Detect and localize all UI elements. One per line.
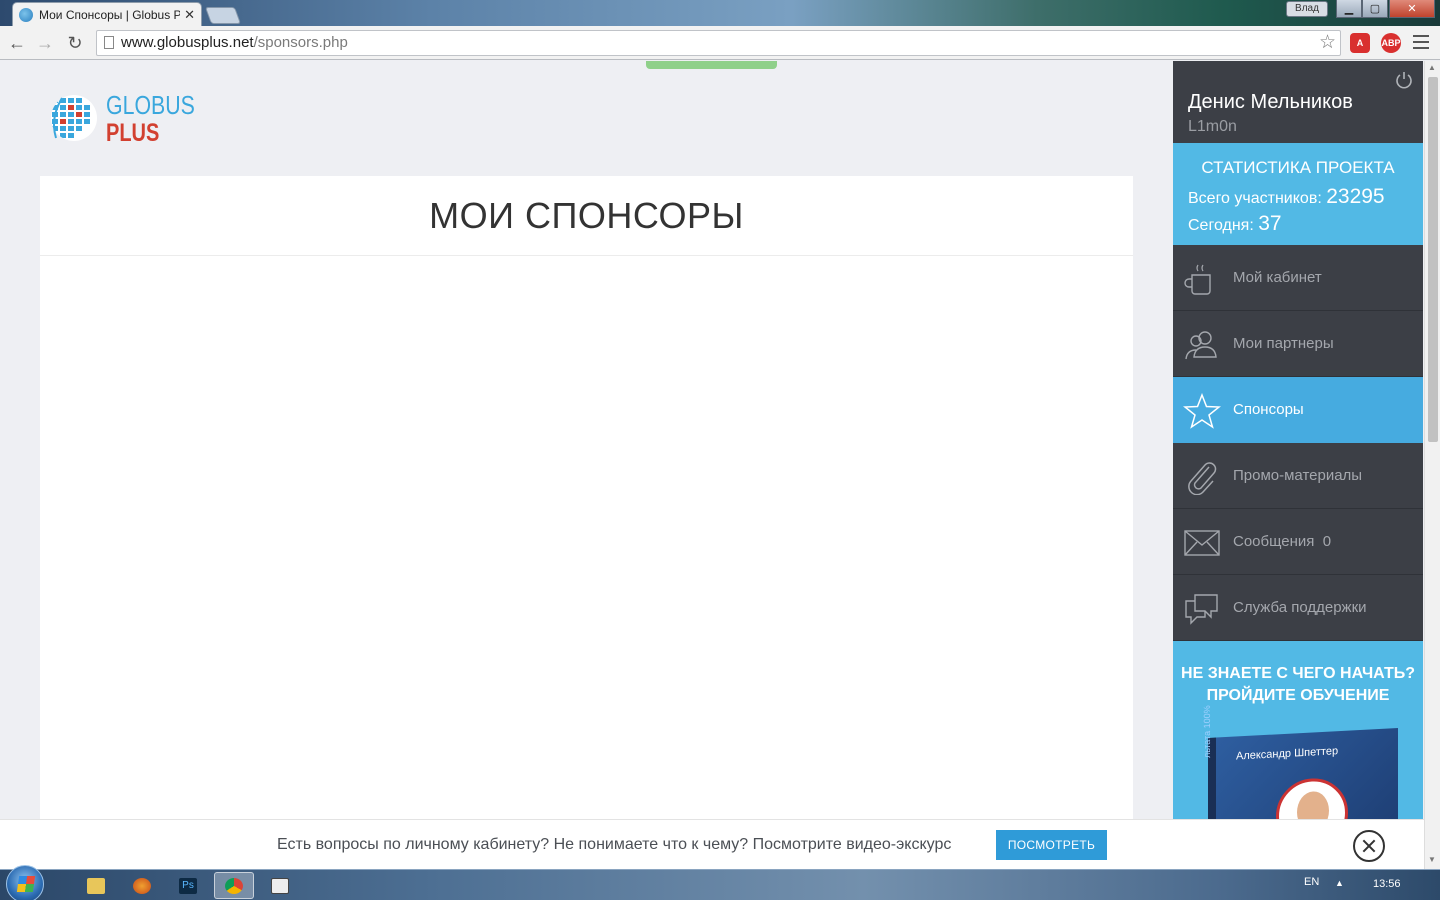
url-host: www.globusplus.net (121, 34, 254, 51)
project-stats: СТАТИСТИКА ПРОЕКТА Всего участников: 232… (1173, 143, 1423, 245)
sidebar-item-promo[interactable]: Промо-материалы (1173, 443, 1423, 509)
stats-title: СТАТИСТИКА ПРОЕКТА (1201, 158, 1395, 177)
top-notch (646, 61, 777, 69)
page: GLOBUS PLUS МОИ СПОНСОРЫ Денис Мельников… (0, 61, 1424, 869)
promo-line-1: НЕ ЗНАЕТЕ С ЧЕГО НАЧАТЬ? (1181, 665, 1415, 682)
user-name: Денис Мельников (1188, 91, 1353, 113)
messages-label: Сообщения (1233, 533, 1315, 550)
url-path: /sponsors.php (253, 34, 348, 51)
forward-icon[interactable]: → (34, 32, 56, 54)
user-login: L1m0n (1188, 118, 1237, 135)
sidebar-item-label: Мой кабинет (1233, 269, 1322, 286)
app-taskbar-icon[interactable] (260, 872, 300, 899)
sidebar-item-messages[interactable]: Сообщения 0 (1173, 509, 1423, 575)
sidebar: Денис Мельников L1m0n СТАТИСТИКА ПРОЕКТА… (1173, 61, 1423, 869)
promo-author: Александр Шпеттер (1236, 745, 1339, 763)
firefox-taskbar-icon[interactable] (122, 872, 162, 899)
close-tip-icon[interactable] (1353, 830, 1385, 862)
page-title: МОИ СПОНСОРЫ (40, 176, 1133, 256)
tray-expand-icon[interactable]: ▲ (1335, 878, 1344, 888)
promo-line-2: ПРОЙДИТЕ ОБУЧЕНИЕ (1206, 687, 1390, 704)
sidebar-item-label: Спонсоры (1233, 401, 1304, 418)
logo-text-plus: PLUS (106, 119, 160, 147)
stats-total: Всего участников: 23295 (1188, 185, 1385, 209)
paperclip-icon (1188, 462, 1217, 495)
taskbar: Ps EN ▲ 13:56 (0, 865, 1440, 900)
globe-logo-icon (51, 95, 97, 141)
windows-logo-icon (16, 876, 36, 892)
chat-icon (1185, 594, 1218, 625)
tab-title: Мои Спонсоры | Globus P (39, 7, 181, 22)
sidebar-item-partners[interactable]: Мои партнеры (1173, 311, 1423, 377)
power-icon[interactable] (1395, 71, 1413, 89)
browser-toolbar: ← → ↻ www.globusplus.net/sponsors.php ☆ … (0, 26, 1440, 60)
start-button[interactable] (6, 865, 44, 900)
chrome-taskbar-icon[interactable] (214, 872, 254, 899)
scrollbar-thumb[interactable] (1428, 77, 1438, 442)
stats-today: Сегодня: 37 (1188, 212, 1282, 236)
browser-menu-icon[interactable] (1413, 35, 1429, 49)
cup-icon (1184, 264, 1211, 295)
sidebar-item-support[interactable]: Служба поддержки (1173, 575, 1423, 641)
explorer-taskbar-icon[interactable] (76, 872, 116, 899)
address-bar[interactable]: www.globusplus.net/sponsors.php ☆ (96, 30, 1341, 56)
stats-today-label: Сегодня: (1188, 217, 1254, 234)
scroll-up-icon[interactable]: ▲ (1428, 63, 1436, 72)
stats-total-value: 23295 (1326, 185, 1385, 208)
promo-title: НЕ ЗНАЕТЕ С ЧЕГО НАЧАТЬ? ПРОЙДИТЕ ОБУЧЕН… (1173, 663, 1423, 707)
page-icon (104, 36, 114, 49)
close-window-button[interactable]: ✕ (1389, 0, 1435, 18)
minimize-button[interactable]: ▁ (1336, 0, 1362, 18)
users-icon (1185, 331, 1217, 360)
star-icon (1183, 393, 1221, 429)
extension-icon[interactable]: A (1350, 33, 1370, 53)
help-tip-bar: Есть вопросы по личному кабинету? Не пон… (0, 819, 1424, 869)
envelope-icon (1184, 530, 1220, 556)
window-titlebar: Мои Спонсоры | Globus P ✕ Влад ▁ ▢ ✕ (0, 0, 1440, 26)
site-favicon-icon (19, 7, 33, 22)
messages-count: 0 (1322, 533, 1332, 550)
page-scrollbar[interactable]: ▲ ▼ (1424, 61, 1440, 869)
sidebar-item-label: Промо-материалы (1233, 467, 1363, 484)
adblock-icon[interactable]: ABP (1381, 33, 1401, 53)
logo-text-globus: GLOBUS (106, 90, 195, 120)
maximize-button[interactable]: ▢ (1362, 0, 1388, 18)
user-box: Денис Мельников L1m0n (1173, 61, 1423, 143)
sidebar-item-label: Сообщения 0 (1233, 533, 1331, 550)
bookmark-star-icon[interactable]: ☆ (1319, 31, 1336, 55)
profile-button[interactable]: Влад (1286, 1, 1328, 17)
tab-close-icon[interactable]: ✕ (184, 7, 195, 23)
back-icon[interactable]: ← (6, 32, 28, 54)
content-card: МОИ СПОНСОРЫ (40, 176, 1133, 869)
reload-icon[interactable]: ↻ (64, 32, 86, 54)
sidebar-item-label: Служба поддержки (1233, 599, 1367, 616)
photoshop-taskbar-icon[interactable]: Ps (168, 872, 208, 899)
stats-today-value: 37 (1258, 212, 1282, 235)
tip-text: Есть вопросы по личному кабинету? Не пон… (277, 836, 952, 853)
photoshop-label: Ps (179, 877, 197, 894)
site-logo[interactable]: GLOBUS PLUS (48, 86, 195, 148)
sidebar-item-cabinet[interactable]: Мой кабинет (1173, 245, 1423, 311)
watch-video-button[interactable]: ПОСМОТРЕТЬ (996, 830, 1107, 860)
language-indicator[interactable]: EN (1304, 876, 1319, 888)
promo-spine-text: льтата 100% (1202, 705, 1212, 759)
browser-tab[interactable]: Мои Спонсоры | Globus P ✕ (12, 2, 202, 26)
sidebar-item-sponsors[interactable]: Спонсоры (1173, 377, 1423, 443)
new-tab-button[interactable] (204, 7, 242, 24)
clock[interactable]: 13:56 (1373, 878, 1401, 890)
stats-total-label: Всего участников: (1188, 190, 1322, 207)
scroll-down-icon[interactable]: ▼ (1428, 855, 1436, 864)
sidebar-item-label: Мои партнеры (1233, 335, 1334, 352)
